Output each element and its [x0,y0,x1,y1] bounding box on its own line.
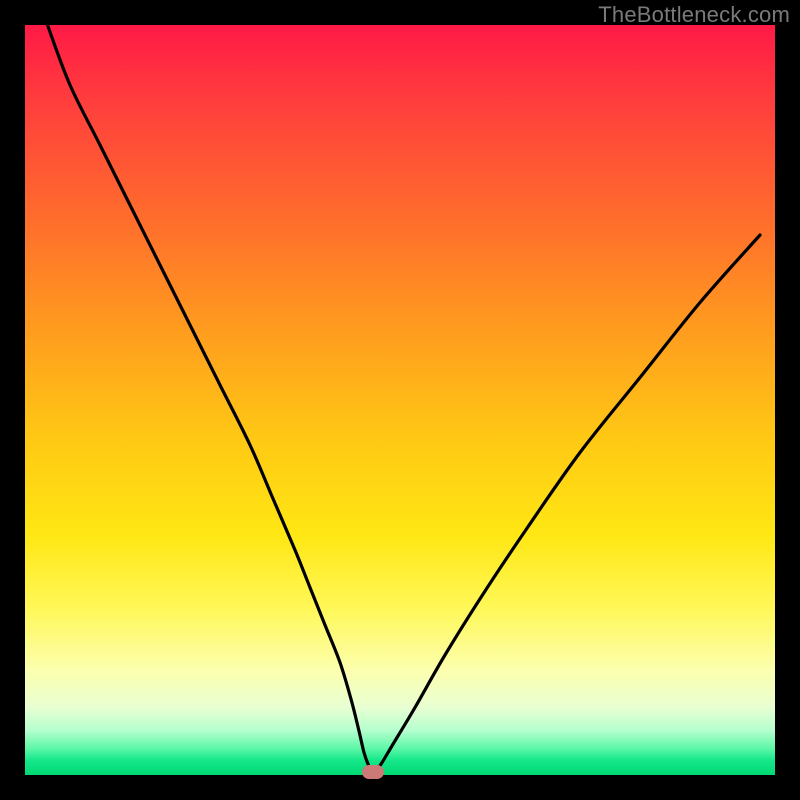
plot-area [25,25,775,775]
bottleneck-curve [48,25,761,773]
chart-frame: TheBottleneck.com [0,0,800,800]
minimum-marker [362,765,384,779]
curve-svg [25,25,775,775]
